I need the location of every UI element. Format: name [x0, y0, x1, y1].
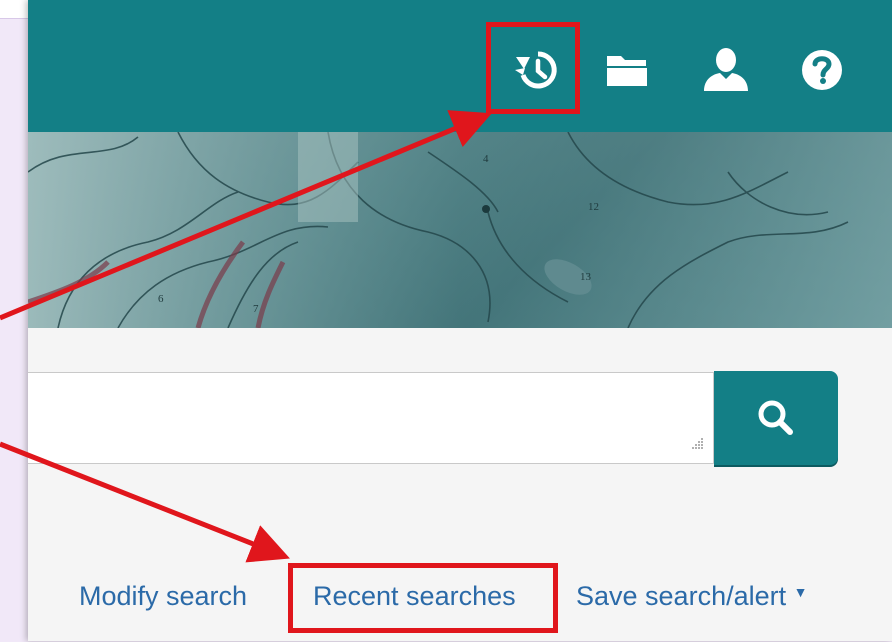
arrow-to-recent-searches [0, 441, 290, 563]
arrow-to-history-icon [0, 110, 492, 321]
annotation-arrows [0, 110, 492, 563]
